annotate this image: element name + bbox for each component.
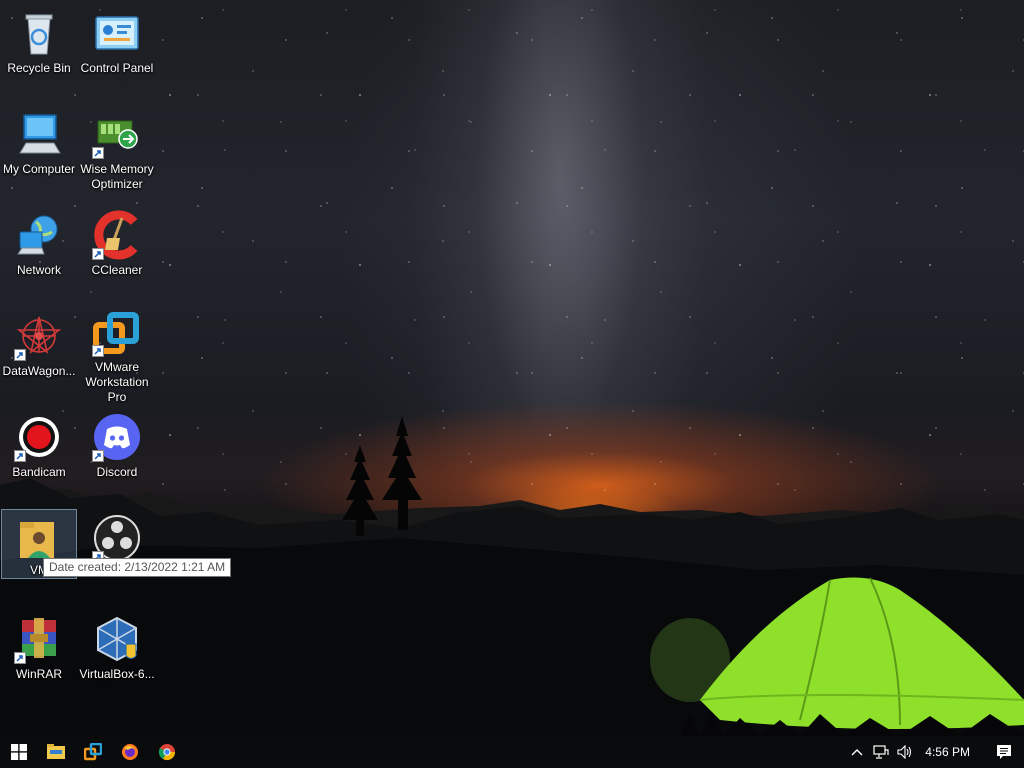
- network-status-button[interactable]: [869, 736, 893, 768]
- desktop-icon-label: Wise Memory Optimizer: [80, 162, 154, 191]
- desktop-icon-label: My Computer: [2, 162, 76, 176]
- desktop-icon-label: CCleaner: [91, 263, 143, 277]
- desktop-icon-my-computer[interactable]: My Computer: [1, 105, 77, 203]
- datawagon-icon: [14, 311, 64, 361]
- file-explorer-icon: [46, 744, 65, 759]
- desktop-icon-bandicam[interactable]: Bandicam: [1, 408, 77, 506]
- desktop-icon-control-panel[interactable]: Control Panel: [79, 4, 155, 102]
- winrar-icon: [14, 614, 64, 664]
- taskbar-file-explorer[interactable]: [37, 736, 74, 768]
- start-button[interactable]: [0, 736, 37, 768]
- taskbar-firefox[interactable]: [111, 736, 148, 768]
- desktop-icon-ccleaner[interactable]: CCleaner: [79, 206, 155, 304]
- tooltip: Date created: 2/13/2022 1:21 AM: [43, 558, 232, 577]
- discord-icon: [92, 412, 142, 462]
- ccleaner-icon: [92, 210, 142, 260]
- shortcut-arrow-icon: [92, 450, 104, 462]
- desktop-icon-label: Bandicam: [12, 465, 66, 479]
- desktop-icon-label: Network: [16, 263, 61, 277]
- show-hidden-icons-button[interactable]: [845, 736, 869, 768]
- system-tray: 4:56 PM: [845, 736, 1024, 768]
- notification-icon: [997, 745, 1011, 759]
- wise-memory-optimizer-icon: [92, 109, 142, 159]
- desktop-icon-virtualbox[interactable]: VirtualBox-6...: [79, 610, 155, 708]
- desktop-icon-label: Control Panel: [80, 61, 154, 75]
- shortcut-arrow-icon: [14, 349, 26, 361]
- desktop-icon-wise-memory-optimizer[interactable]: Wise Memory Optimizer: [79, 105, 155, 203]
- computer-icon: [14, 109, 64, 159]
- taskbar: 4:56 PM: [0, 736, 1024, 768]
- volume-button[interactable]: [893, 736, 917, 768]
- desktop-icon-label: VMware Workstation Pro: [85, 360, 149, 404]
- shortcut-arrow-icon: [14, 652, 26, 664]
- desktop-icon-label: WinRAR: [15, 667, 62, 681]
- taskbar-chrome[interactable]: [148, 736, 185, 768]
- desktop-icon-discord[interactable]: Discord: [79, 408, 155, 506]
- desktop-icon-network[interactable]: Network: [1, 206, 77, 304]
- volume-icon: [897, 745, 912, 759]
- shortcut-arrow-icon: [14, 450, 26, 462]
- desktop-icon-winrar[interactable]: WinRAR: [1, 610, 77, 708]
- network-icon: [873, 745, 889, 759]
- shortcut-arrow-icon: [92, 147, 104, 159]
- network-icon: [14, 210, 64, 260]
- chrome-icon: [158, 744, 175, 761]
- desktop-icon-label: VirtualBox-6...: [79, 667, 155, 681]
- recycle-bin-icon: [14, 8, 64, 58]
- vmware-icon: [83, 743, 102, 761]
- obs-studio-icon: [92, 513, 142, 563]
- desktop-icon-vmware-workstation[interactable]: VMware Workstation Pro: [79, 307, 155, 405]
- desktop-icon-label: Discord: [96, 465, 138, 479]
- desktop-icon-label: Recycle Bin: [7, 61, 71, 75]
- control-panel-icon: [92, 8, 142, 58]
- shortcut-arrow-icon: [92, 248, 104, 260]
- firefox-icon: [121, 744, 138, 760]
- shortcut-arrow-icon: [92, 345, 104, 357]
- action-center-button[interactable]: [984, 736, 1024, 768]
- desktop-icon-datawagon[interactable]: DataWagon...: [1, 307, 77, 405]
- taskbar-vmware[interactable]: [74, 736, 111, 768]
- bandicam-icon: [14, 412, 64, 462]
- vmware-icon: [92, 311, 142, 357]
- taskbar-clock[interactable]: 4:56 PM: [925, 745, 970, 759]
- folder-user-icon: [14, 514, 64, 560]
- virtualbox-icon: [92, 614, 142, 664]
- desktop-icon-recycle-bin[interactable]: Recycle Bin: [1, 4, 77, 102]
- chevron-up-icon: [851, 749, 863, 756]
- start-icon: [10, 744, 27, 760]
- desktop-icon-label: DataWagon...: [2, 364, 76, 378]
- desktop[interactable]: Recycle Bin Control Panel My Computer Wi…: [0, 0, 1024, 736]
